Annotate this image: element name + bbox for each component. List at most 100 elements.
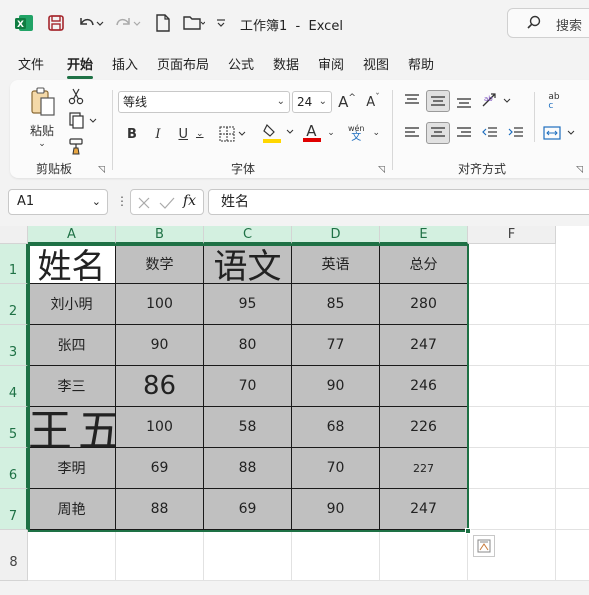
row-header-1[interactable]: 1: [0, 244, 28, 284]
cell-c4[interactable]: 70: [204, 366, 292, 407]
orientation-icon[interactable]: ab: [480, 90, 514, 112]
column-header-e[interactable]: E: [380, 226, 468, 244]
underline-button[interactable]: U ⌄: [174, 124, 208, 144]
row-header-7[interactable]: 7: [0, 489, 28, 530]
enter-icon[interactable]: [159, 195, 175, 214]
paste-button[interactable]: 粘贴 ⌄: [24, 86, 60, 149]
more-options-icon[interactable]: ⋮: [116, 194, 128, 208]
undo-icon[interactable]: [76, 13, 104, 33]
row-header-5[interactable]: 5: [0, 407, 28, 448]
worksheet-grid[interactable]: A B C D E F 1 2 3 4 5 6 7 8 姓名 数学 语文 英语 总分 刘小明 100 95 85 280 张四 9…: [0, 226, 589, 581]
cell-e7[interactable]: 247: [380, 489, 468, 530]
open-folder-icon[interactable]: [182, 13, 206, 33]
italic-button[interactable]: I: [148, 124, 168, 144]
cell-a7[interactable]: 周艳: [28, 489, 116, 530]
tab-data[interactable]: 数据: [273, 54, 299, 73]
align-left-icon[interactable]: [402, 122, 422, 144]
cell-c6[interactable]: 88: [204, 448, 292, 489]
cell-e6[interactable]: 227: [380, 448, 468, 489]
tab-view[interactable]: 视图: [363, 54, 389, 73]
cell-b1[interactable]: 数学: [116, 244, 204, 284]
row-header-4[interactable]: 4: [0, 366, 28, 407]
cell-b5[interactable]: 100: [116, 407, 204, 448]
align-top-icon[interactable]: [402, 90, 422, 110]
name-box[interactable]: A1 ⌄: [8, 189, 108, 215]
tab-file[interactable]: 文件: [18, 54, 44, 73]
cell-a3[interactable]: 张四: [28, 325, 116, 366]
insert-function-button[interactable]: fx: [183, 193, 196, 209]
font-size-combo[interactable]: 24 ⌄: [292, 91, 332, 113]
row-header-3[interactable]: 3: [0, 325, 28, 366]
cell-c7[interactable]: 69: [204, 489, 292, 530]
new-file-icon[interactable]: [153, 13, 173, 33]
format-painter-icon[interactable]: [66, 136, 86, 156]
search-box[interactable]: 搜索: [507, 8, 589, 38]
bold-button[interactable]: B: [122, 124, 142, 144]
copy-icon[interactable]: [66, 112, 100, 130]
borders-icon[interactable]: [218, 124, 248, 144]
increase-indent-icon[interactable]: [506, 122, 526, 144]
cell-d6[interactable]: 70: [292, 448, 380, 489]
cell-a5[interactable]: 王五: [28, 407, 116, 448]
column-header-f[interactable]: F: [468, 226, 556, 244]
cell-c5[interactable]: 58: [204, 407, 292, 448]
cell-b2[interactable]: 100: [116, 284, 204, 325]
cell-e3[interactable]: 247: [380, 325, 468, 366]
phonetic-guide-icon[interactable]: wén 文 ⌄: [346, 122, 382, 144]
shrink-font-button[interactable]: Aˇ: [362, 91, 384, 113]
cell-e4[interactable]: 246: [380, 366, 468, 407]
cell-c1[interactable]: 语文: [204, 244, 292, 284]
decrease-indent-icon[interactable]: [480, 122, 500, 144]
column-header-d[interactable]: D: [292, 226, 380, 244]
cell-a2[interactable]: 刘小明: [28, 284, 116, 325]
cell-a1[interactable]: 姓名: [28, 244, 116, 284]
cell-c3[interactable]: 80: [204, 325, 292, 366]
align-right-icon[interactable]: [454, 122, 474, 144]
cell-e5[interactable]: 226: [380, 407, 468, 448]
cell-a4[interactable]: 李三: [28, 366, 116, 407]
cell-d4[interactable]: 90: [292, 366, 380, 407]
tab-review[interactable]: 审阅: [318, 54, 344, 73]
row-header-2[interactable]: 2: [0, 284, 28, 325]
select-all-corner[interactable]: [0, 226, 28, 244]
merge-center-icon[interactable]: [542, 122, 578, 144]
cancel-icon[interactable]: [137, 195, 151, 214]
tab-home[interactable]: 开始: [67, 54, 94, 79]
dialog-launcher-icon[interactable]: ◹: [576, 165, 583, 175]
cell-d3[interactable]: 77: [292, 325, 380, 366]
fill-handle[interactable]: [465, 528, 471, 534]
column-header-a[interactable]: A: [28, 226, 116, 244]
column-header-c[interactable]: C: [204, 226, 292, 244]
align-bottom-icon[interactable]: [454, 92, 474, 112]
align-middle-icon[interactable]: [426, 90, 450, 112]
cell-e1[interactable]: 总分: [380, 244, 468, 284]
cell-b6[interactable]: 69: [116, 448, 204, 489]
tab-help[interactable]: 帮助: [408, 54, 434, 73]
font-name-combo[interactable]: 等线 ⌄: [118, 91, 290, 113]
row-header-8[interactable]: 8: [0, 530, 28, 581]
tab-page-layout[interactable]: 页面布局: [157, 54, 209, 73]
formula-input[interactable]: 姓名: [208, 189, 589, 215]
quick-analysis-icon[interactable]: [473, 535, 495, 557]
cell-d5[interactable]: 68: [292, 407, 380, 448]
cut-icon[interactable]: [66, 86, 86, 106]
grow-font-button[interactable]: A ^: [336, 91, 358, 113]
cell-a6[interactable]: 李明: [28, 448, 116, 489]
cell-b3[interactable]: 90: [116, 325, 204, 366]
cell-b7[interactable]: 88: [116, 489, 204, 530]
cell-e2[interactable]: 280: [380, 284, 468, 325]
cell-c2[interactable]: 95: [204, 284, 292, 325]
cell-b4[interactable]: 86: [116, 366, 204, 407]
column-header-b[interactable]: B: [116, 226, 204, 244]
redo-icon[interactable]: [114, 13, 142, 33]
cell-d1[interactable]: 英语: [292, 244, 380, 284]
tab-insert[interactable]: 插入: [112, 54, 138, 73]
tab-formulas[interactable]: 公式: [228, 54, 254, 73]
cell-d7[interactable]: 90: [292, 489, 380, 530]
align-center-icon[interactable]: [426, 122, 450, 144]
row-header-6[interactable]: 6: [0, 448, 28, 489]
customize-quick-access-icon[interactable]: [214, 15, 228, 31]
cell-d2[interactable]: 85: [292, 284, 380, 325]
dialog-launcher-icon[interactable]: ◹: [378, 165, 385, 175]
dialog-launcher-icon[interactable]: ◹: [98, 165, 105, 175]
